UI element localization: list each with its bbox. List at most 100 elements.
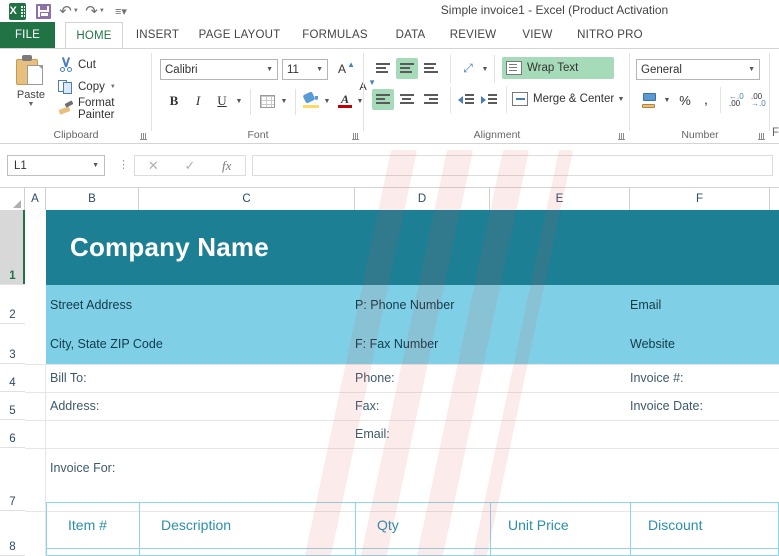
column-header-c[interactable]: C <box>139 188 355 210</box>
tab-review[interactable]: REVIEW <box>443 22 503 48</box>
row-header-5[interactable]: 5 <box>0 392 25 420</box>
row-header-4[interactable]: 4 <box>0 364 25 392</box>
merge-center-button[interactable]: Merge & Center <box>512 88 630 110</box>
percent-style-button[interactable]: % <box>676 91 694 110</box>
tab-page-layout[interactable]: PAGE LAYOUT <box>192 22 287 48</box>
accounting-format-button[interactable] <box>638 91 660 110</box>
top-align-button[interactable] <box>372 58 394 79</box>
cell-city-state-zip[interactable]: City, State ZIP Code <box>46 324 356 364</box>
cell-fax-number[interactable]: F: Fax Number <box>355 324 630 364</box>
column-header-d[interactable]: D <box>355 188 490 210</box>
cell-header-discount[interactable]: Discount <box>630 502 779 548</box>
cell-company-header[interactable]: Company Name <box>46 210 779 285</box>
comma-style-button[interactable]: , <box>698 89 714 108</box>
wrap-text-button[interactable]: Wrap Text <box>502 57 614 79</box>
cut-button[interactable]: Cut <box>58 56 96 73</box>
cell-header-unit-price[interactable]: Unit Price <box>490 502 630 548</box>
font-name-input[interactable]: Calibri ▼ <box>160 59 278 80</box>
merge-center-icon <box>512 92 528 106</box>
tab-data[interactable]: DATA <box>388 22 433 48</box>
row-header-7[interactable]: 7 <box>0 448 25 511</box>
copy-button[interactable]: Copy ▼ <box>58 78 116 95</box>
cell-invoice-date[interactable]: Invoice Date: <box>630 392 779 420</box>
underline-button[interactable]: U <box>212 91 232 111</box>
underline-caret-icon[interactable]: ▼ <box>234 95 244 107</box>
accounting-caret-icon[interactable]: ▼ <box>662 94 672 106</box>
tab-home[interactable]: HOME <box>65 22 123 48</box>
fill-color-button[interactable] <box>302 91 320 109</box>
italic-button[interactable]: I <box>188 91 208 111</box>
sheet-area[interactable]: Company Name Street Address P: Phone Num… <box>25 210 779 556</box>
cell-bill-to[interactable]: Bill To: <box>46 364 356 392</box>
bold-button[interactable]: B <box>164 91 184 111</box>
column-header-e[interactable]: E <box>490 188 630 210</box>
cell-website[interactable]: Website <box>630 324 779 364</box>
font-size-input[interactable]: 11 ▼ <box>282 59 328 80</box>
tab-insert[interactable]: INSERT <box>130 22 185 48</box>
align-right-button[interactable] <box>420 89 442 110</box>
name-box-caret-icon[interactable]: ▼ <box>92 162 99 169</box>
column-header-a[interactable]: A <box>25 188 46 210</box>
orientation-caret-icon[interactable]: ▼ <box>480 63 490 75</box>
number-format-caret-icon[interactable]: ▼ <box>748 66 755 73</box>
cell-address[interactable]: Address: <box>46 392 356 420</box>
column-header-b[interactable]: B <box>46 188 139 210</box>
cell-invoice-number[interactable]: Invoice #: <box>630 364 779 392</box>
tab-formulas[interactable]: FORMULAS <box>295 22 375 48</box>
align-left-button[interactable] <box>372 89 394 110</box>
cell-phone[interactable]: Phone: <box>355 364 630 392</box>
increase-indent-button[interactable] <box>479 91 499 108</box>
row-header-8[interactable]: 8 <box>0 511 25 556</box>
number-dialog-launcher-icon[interactable] <box>758 132 767 141</box>
row-header-6[interactable]: 6 <box>0 420 25 448</box>
cell-street-address[interactable]: Street Address <box>46 285 356 324</box>
alignment-dialog-launcher-icon[interactable] <box>618 132 627 141</box>
bottom-align-button[interactable] <box>420 58 442 79</box>
borders-button[interactable] <box>258 93 276 109</box>
decrease-decimal-button[interactable]: .00 →.0 <box>748 91 768 109</box>
tab-file[interactable]: FILE <box>0 22 55 48</box>
middle-align-button[interactable] <box>396 58 418 79</box>
borders-caret-icon[interactable]: ▼ <box>279 95 289 107</box>
select-all-corner[interactable] <box>0 188 25 210</box>
name-box[interactable]: L1 ▼ <box>7 155 105 176</box>
orientation-button[interactable]: ⤢ <box>458 59 478 78</box>
increase-font-size-button[interactable]: A ▲ <box>334 60 355 78</box>
table-header-unit-price: Unit Price <box>508 517 569 533</box>
column-header-f[interactable]: F <box>630 188 770 210</box>
tab-view[interactable]: VIEW <box>515 22 560 48</box>
cell-email-field[interactable]: Email: <box>355 420 630 448</box>
number-format-select[interactable]: General ▼ <box>636 59 760 80</box>
row-header-2[interactable]: 2 <box>0 285 25 324</box>
paste-button[interactable]: Paste ▼ <box>8 53 54 121</box>
cell-fax[interactable]: Fax: <box>355 392 630 420</box>
row-header-1[interactable]: 1 <box>0 210 25 285</box>
fill-color-caret-icon[interactable]: ▼ <box>322 95 332 107</box>
cancel-formula-icon[interactable]: ✕ <box>135 158 172 174</box>
column-header-g[interactable] <box>770 188 779 210</box>
format-painter-button[interactable]: Format Painter <box>58 97 152 121</box>
paste-dropdown-caret-icon[interactable]: ▼ <box>28 101 35 109</box>
decrease-indent-button[interactable] <box>456 91 476 108</box>
font-name-caret-icon[interactable]: ▼ <box>266 66 273 73</box>
cell-invoice-for[interactable]: Invoice For: <box>46 448 356 488</box>
cell-phone-number[interactable]: P: Phone Number <box>355 285 630 324</box>
formula-input[interactable] <box>252 155 773 176</box>
font-color-icon: A <box>337 92 353 108</box>
clipboard-dialog-launcher-icon[interactable] <box>140 132 149 141</box>
cell-header-qty[interactable]: Qty <box>355 502 490 548</box>
cell-header-item-no[interactable]: Item # <box>46 502 139 548</box>
merge-center-caret-icon[interactable]: ▼ <box>616 93 626 105</box>
cell-header-description[interactable]: Description <box>139 502 355 548</box>
font-size-caret-icon[interactable]: ▼ <box>316 66 323 73</box>
center-align-button[interactable] <box>396 89 418 110</box>
cell-email[interactable]: Email <box>630 285 779 324</box>
enter-formula-icon[interactable]: ✓ <box>172 158 209 174</box>
font-color-button[interactable]: A <box>336 92 354 109</box>
increase-decimal-button[interactable]: ←.0 .00 <box>726 91 746 109</box>
row-header-3[interactable]: 3 <box>0 324 25 364</box>
insert-function-icon[interactable]: fx <box>208 158 245 174</box>
copy-dropdown-caret-icon[interactable]: ▼ <box>110 84 116 90</box>
tab-nitro-pro[interactable]: NITRO PRO <box>570 22 650 48</box>
font-dialog-launcher-icon[interactable] <box>352 132 361 141</box>
